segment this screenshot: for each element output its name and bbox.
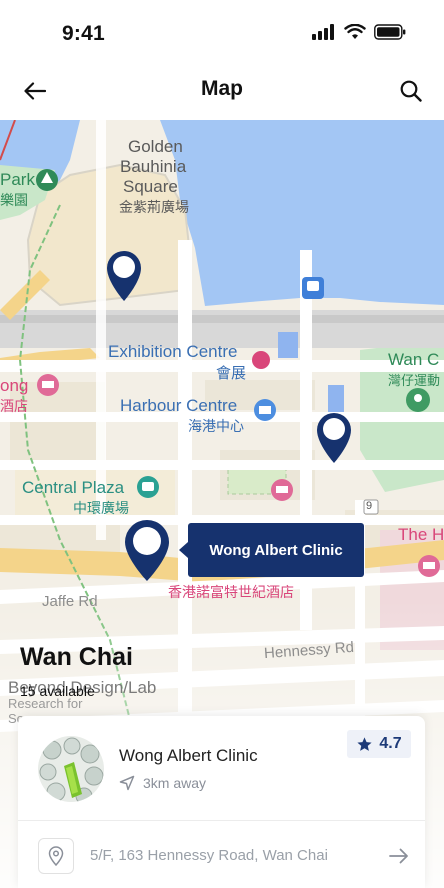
map-label-jaffe-rd: Jaffe Rd (42, 593, 98, 610)
location-pin-icon (48, 846, 64, 866)
map-label-ong: ong (0, 376, 29, 395)
map-label-park: Park (0, 170, 35, 189)
map-label-wan-c: Wan C (388, 350, 440, 369)
navigation-icon (119, 775, 135, 791)
map-label-golden-1: Golden (128, 137, 183, 156)
search-button[interactable] (394, 74, 428, 108)
address-arrow-button[interactable] (387, 844, 411, 868)
divider (18, 820, 425, 821)
map-callout[interactable]: Wong Albert Clinic (179, 523, 364, 577)
map-label-wan-c-cn: 灣仔運動 (388, 373, 441, 388)
map-label-street-number: 9 (366, 500, 373, 512)
status-icons (312, 24, 406, 40)
status-time: 9:41 (62, 22, 105, 45)
map-label-golden-3: Square (123, 177, 178, 196)
map-label-park-cn: 樂園 (0, 192, 28, 208)
map-label-golden-2: Bauhinia (120, 157, 187, 176)
available-count: 15 available (20, 683, 95, 699)
clinic-thumbnail (38, 736, 104, 802)
map-label-golden-cn: 金紫荊廣場 (119, 199, 189, 215)
clinic-distance: 3km away (119, 775, 206, 791)
map-pin-icon[interactable] (105, 248, 143, 302)
signal-icon (312, 24, 334, 40)
map-label-ong-cn: 酒店 (0, 398, 28, 414)
rating-badge: 4.7 (347, 730, 411, 758)
rating-value: 4.7 (379, 735, 402, 752)
map-label-renaissance-cn: 香港諾富特世紀酒店 (168, 584, 294, 600)
clinic-card[interactable]: Wong Albert Clinic 3km away 4.7 5/F, 163… (18, 716, 425, 888)
map-label-the-h: The H (398, 525, 444, 544)
map-label-exhibition: Exhibition Centre (108, 342, 238, 361)
arrow-right-icon (389, 848, 408, 864)
clinic-address: 5/F, 163 Hennessy Road, Wan Chai (90, 847, 328, 864)
wifi-icon (344, 24, 366, 39)
address-icon-box (38, 838, 74, 874)
battery-icon (374, 24, 406, 40)
map-label-harbour: Harbour Centre (120, 396, 238, 415)
nav-bar: Map (0, 64, 444, 120)
map-label-harbour-cn: 海港中心 (188, 418, 244, 434)
map-label-central-plaza-cn: 中環廣場 (73, 500, 129, 516)
map-pin-icon[interactable] (315, 410, 353, 464)
clinic-name: Wong Albert Clinic (119, 746, 258, 765)
map-pin-selected-icon[interactable] (123, 518, 171, 582)
map-label-exhibition-cn: 會展 (216, 365, 247, 382)
star-icon (357, 736, 372, 751)
area-title: Wan Chai (20, 643, 133, 671)
search-icon (400, 80, 422, 102)
page-title: Map (201, 77, 243, 100)
map-label-central-plaza: Central Plaza (22, 478, 125, 497)
distance-text: 3km away (143, 775, 207, 791)
status-bar: 9:41 (0, 0, 444, 64)
